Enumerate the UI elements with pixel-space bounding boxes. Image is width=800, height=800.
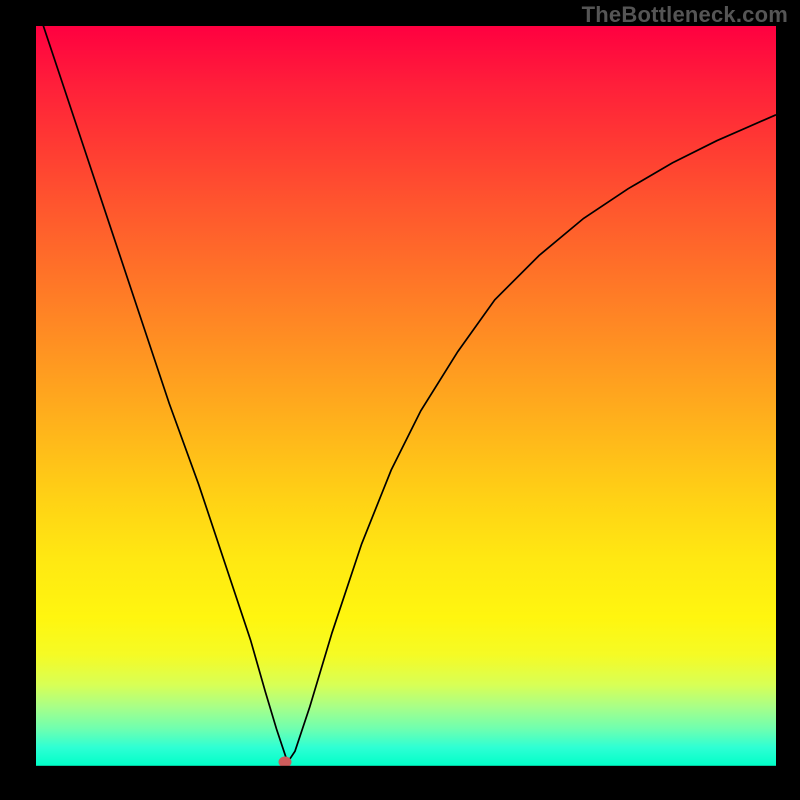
bottleneck-curve [36,26,776,766]
chart-frame: TheBottleneck.com [0,0,800,800]
axis-baseline [36,765,776,766]
watermark-text: TheBottleneck.com [582,2,788,28]
curve-path [36,26,776,762]
plot-area [36,26,776,766]
